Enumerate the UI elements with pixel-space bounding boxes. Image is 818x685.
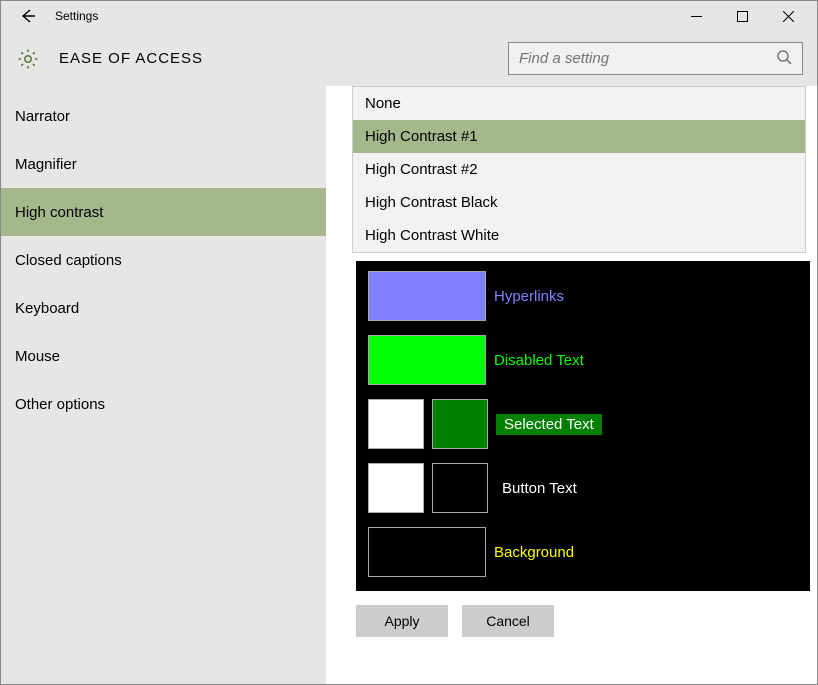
button-bar: Apply Cancel <box>356 591 817 637</box>
sidebar-item-keyboard[interactable]: Keyboard <box>1 284 326 332</box>
page-title: EASE OF ACCESS <box>59 50 508 67</box>
preview-row-selected: Selected Text <box>368 399 798 449</box>
disabled-swatch[interactable] <box>368 335 486 385</box>
sidebar-item-mouse[interactable]: Mouse <box>1 332 326 380</box>
dropdown-item-label: High Contrast #2 <box>365 161 478 178</box>
theme-dropdown[interactable]: None High Contrast #1 High Contrast #2 H… <box>352 86 806 253</box>
sidebar-item-other-options[interactable]: Other options <box>1 380 326 428</box>
back-button[interactable] <box>15 3 41 29</box>
maximize-button[interactable] <box>719 2 765 30</box>
sidebar-item-label: Keyboard <box>15 300 79 317</box>
titlebar: Settings <box>1 1 817 31</box>
theme-preview: Hyperlinks Disabled Text Selected Text <box>356 261 810 591</box>
preview-row-button: Button Text <box>368 463 798 513</box>
dropdown-item-label: None <box>365 95 401 112</box>
search-input[interactable] <box>519 43 776 74</box>
sidebar-item-label: Mouse <box>15 348 60 365</box>
dropdown-item-hc-white[interactable]: High Contrast White <box>353 219 805 252</box>
button-fg-swatch[interactable] <box>368 463 424 513</box>
preview-row-disabled: Disabled Text <box>368 335 798 385</box>
hyperlinks-label: Hyperlinks <box>494 288 564 305</box>
search-icon <box>776 49 792 69</box>
window-controls <box>673 2 811 30</box>
content: None High Contrast #1 High Contrast #2 H… <box>326 86 817 684</box>
sidebar-item-high-contrast[interactable]: High contrast <box>1 188 326 236</box>
cancel-button[interactable]: Cancel <box>462 605 554 637</box>
background-label: Background <box>494 544 574 561</box>
sidebar-item-magnifier[interactable]: Magnifier <box>1 140 326 188</box>
button-bg-swatch[interactable] <box>432 463 488 513</box>
dropdown-item-label: High Contrast White <box>365 227 499 244</box>
sidebar-item-label: Other options <box>15 396 105 413</box>
button-label: Button Text <box>502 480 577 497</box>
window-title: Settings <box>55 9 673 23</box>
selected-label: Selected Text <box>496 414 602 435</box>
gear-icon <box>15 46 41 72</box>
hyperlinks-swatch[interactable] <box>368 271 486 321</box>
sidebar-item-label: Magnifier <box>15 156 77 173</box>
header: EASE OF ACCESS <box>1 31 817 86</box>
sidebar: Narrator Magnifier High contrast Closed … <box>1 86 326 684</box>
sidebar-item-label: High contrast <box>15 204 103 221</box>
dropdown-item-hc1[interactable]: High Contrast #1 <box>353 120 805 153</box>
dropdown-item-hc-black[interactable]: High Contrast Black <box>353 186 805 219</box>
selected-fg-swatch[interactable] <box>368 399 424 449</box>
preview-row-hyperlinks: Hyperlinks <box>368 271 798 321</box>
content-inner: None High Contrast #1 High Contrast #2 H… <box>352 86 817 684</box>
sidebar-item-label: Closed captions <box>15 252 122 269</box>
sidebar-item-label: Narrator <box>15 108 70 125</box>
close-button[interactable] <box>765 2 811 30</box>
apply-button[interactable]: Apply <box>356 605 448 637</box>
body: Narrator Magnifier High contrast Closed … <box>1 86 817 684</box>
disabled-label: Disabled Text <box>494 352 584 369</box>
dropdown-item-label: High Contrast Black <box>365 194 498 211</box>
background-swatch[interactable] <box>368 527 486 577</box>
search-box[interactable] <box>508 42 803 75</box>
sidebar-item-narrator[interactable]: Narrator <box>1 92 326 140</box>
minimize-button[interactable] <box>673 2 719 30</box>
preview-row-background: Background <box>368 527 798 577</box>
sidebar-item-closed-captions[interactable]: Closed captions <box>1 236 326 284</box>
dropdown-item-none[interactable]: None <box>353 87 805 120</box>
dropdown-item-label: High Contrast #1 <box>365 128 478 145</box>
selected-bg-swatch[interactable] <box>432 399 488 449</box>
dropdown-item-hc2[interactable]: High Contrast #2 <box>353 153 805 186</box>
settings-window: Settings EASE OF ACCESS Narrator Magnifi… <box>0 0 818 685</box>
